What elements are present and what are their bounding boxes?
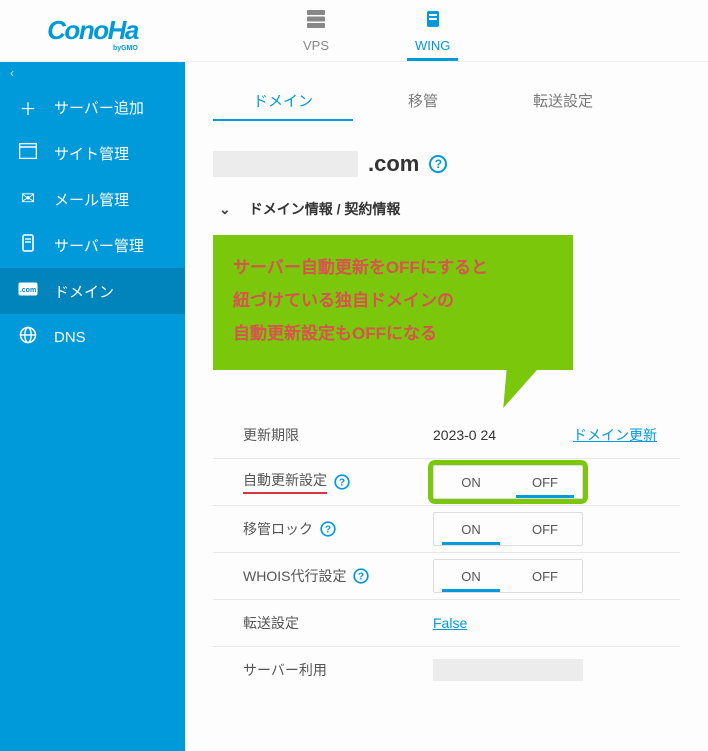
domain-icon: .com: [18, 281, 38, 301]
sidebar: ‹ ＋ サーバー追加 サイト管理 ✉ メール管理 サーバー管理 .com ドメイ: [0, 62, 185, 751]
row-value: 2023-0 24: [433, 427, 573, 443]
top-tab-wing[interactable]: WING: [407, 0, 458, 61]
row-label: サーバー利用: [243, 660, 433, 680]
row-expiry: 更新期限 2023-0 24 ドメイン更新: [243, 412, 680, 458]
toggle-on[interactable]: ON: [434, 513, 508, 545]
row-transfer-lock: 移管ロック ? ON OFF: [243, 506, 680, 552]
row-label: WHOIS代行設定: [243, 566, 346, 586]
row-label: 移管ロック: [243, 519, 313, 539]
globe-icon: [18, 326, 38, 349]
sidebar-item-label: メール管理: [54, 189, 129, 210]
logo-area: ConoHa byGMO: [0, 15, 185, 46]
window-icon: [18, 143, 38, 164]
row-label: 更新期限: [243, 425, 433, 445]
row-label: 自動更新設定: [243, 470, 327, 494]
mail-icon: ✉: [18, 189, 38, 209]
whois-toggle[interactable]: ON OFF: [433, 559, 583, 593]
sub-tab-transfer[interactable]: 移管: [353, 82, 493, 121]
section-toggle[interactable]: ⌄ ドメイン情報 / 契約情報: [219, 199, 680, 219]
brand-logo: ConoHa byGMO: [47, 15, 138, 46]
top-tab-label: WING: [415, 38, 450, 53]
help-icon[interactable]: ?: [334, 475, 349, 490]
toggle-off[interactable]: OFF: [508, 513, 582, 545]
plus-icon: ＋: [18, 95, 38, 120]
sidebar-item-label: サーバー管理: [54, 235, 144, 256]
auto-renew-toggle[interactable]: ON OFF: [433, 465, 583, 499]
sub-tab-domain[interactable]: ドメイン: [213, 82, 353, 121]
section-title: ドメイン情報 / 契約情報: [249, 199, 401, 219]
domain-name-masked: [213, 151, 358, 177]
chevron-left-icon: ‹: [10, 66, 14, 80]
sidebar-item-add-server[interactable]: ＋ サーバー追加: [0, 84, 185, 130]
sidebar-item-label: サーバー追加: [54, 97, 144, 118]
row-label: 転送設定: [243, 613, 433, 633]
annotation-callout: サーバー自動更新をOFFにすると 紐づけている独自ドメインの 自動更新設定もOF…: [213, 235, 573, 370]
help-icon[interactable]: ?: [429, 155, 447, 173]
sidebar-item-mail[interactable]: ✉ メール管理: [0, 176, 185, 222]
toggle-on[interactable]: ON: [434, 560, 508, 592]
sidebar-item-label: ドメイン: [54, 281, 114, 302]
domain-suffix: .com: [368, 151, 419, 177]
top-tab-vps[interactable]: VPS: [295, 0, 337, 61]
svg-text:.com: .com: [20, 287, 36, 294]
transfer-lock-toggle[interactable]: ON OFF: [433, 512, 583, 546]
sidebar-back[interactable]: ‹: [0, 62, 185, 84]
sub-tab-forward[interactable]: 転送設定: [493, 82, 633, 121]
sidebar-item-dns[interactable]: DNS: [0, 314, 185, 360]
help-icon[interactable]: ?: [354, 569, 369, 584]
sidebar-item-domain[interactable]: .com ドメイン: [0, 268, 185, 314]
brand-name: ConoHa: [47, 15, 138, 45]
forward-value-link[interactable]: False: [433, 615, 467, 631]
top-tab-label: VPS: [303, 38, 329, 53]
domain-renew-link[interactable]: ドメイン更新: [573, 425, 657, 445]
callout-tail-icon: [487, 368, 539, 408]
server-use-masked: [433, 659, 583, 681]
row-server-use: サーバー利用: [243, 647, 680, 693]
row-auto-renew: 自動更新設定 ? ON OFF: [243, 459, 680, 505]
wing-icon: [423, 9, 443, 34]
callout-line: 自動更新設定もOFFになる: [233, 317, 553, 350]
server-icon: [18, 234, 38, 257]
toggle-on[interactable]: ON: [434, 466, 508, 498]
brand-byline: byGMO: [113, 45, 138, 52]
toggle-off[interactable]: OFF: [508, 466, 582, 498]
row-whois: WHOIS代行設定 ? ON OFF: [243, 553, 680, 599]
sidebar-item-label: DNS: [54, 329, 86, 346]
sidebar-item-label: サイト管理: [54, 143, 129, 164]
callout-line: サーバー自動更新をOFFにすると: [233, 251, 553, 284]
help-icon[interactable]: ?: [320, 522, 335, 537]
sidebar-item-site[interactable]: サイト管理: [0, 130, 185, 176]
row-forward: 転送設定 False: [243, 600, 680, 646]
server-stack-icon: [305, 9, 327, 34]
chevron-down-icon: ⌄: [219, 201, 231, 218]
sidebar-item-server[interactable]: サーバー管理: [0, 222, 185, 268]
toggle-off[interactable]: OFF: [508, 560, 582, 592]
callout-line: 紐づけている独自ドメインの: [233, 284, 553, 317]
